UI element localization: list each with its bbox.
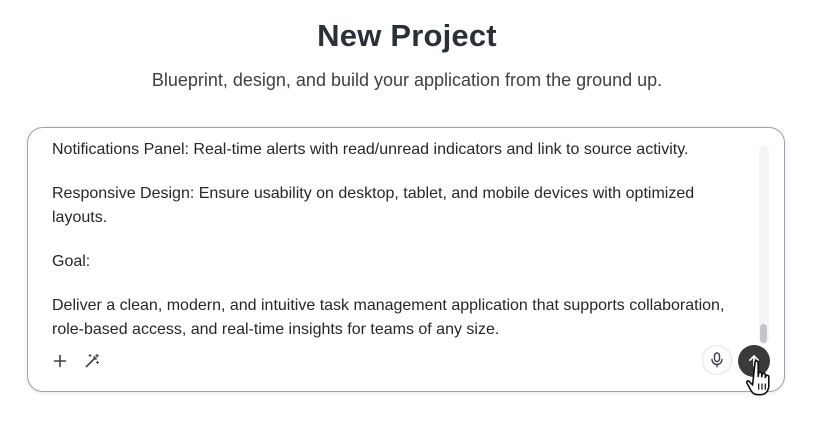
scrollbar-thumb[interactable]: [760, 324, 767, 343]
arrow-up-icon: [748, 355, 760, 367]
enhance-prompt-button[interactable]: [81, 350, 103, 372]
prompt-composer[interactable]: Notifications Panel: Real-time alerts wi…: [27, 127, 785, 392]
scrollbar-track[interactable]: [759, 146, 769, 344]
microphone-icon: [711, 352, 723, 368]
prompt-textarea[interactable]: Notifications Panel: Real-time alerts wi…: [52, 138, 752, 344]
send-button[interactable]: [738, 345, 770, 377]
plus-icon: [53, 354, 67, 368]
prompt-paragraph: Deliver a clean, modern, and intuitive t…: [52, 297, 725, 338]
magic-wand-icon: [85, 353, 100, 368]
page-subtitle: Blueprint, design, and build your applic…: [151, 70, 663, 90]
prompt-paragraph: Goal:: [52, 253, 91, 270]
prompt-paragraph: Notifications Panel: Real-time alerts wi…: [52, 141, 689, 158]
page-title: New Project: [317, 18, 497, 53]
voice-input-button[interactable]: [702, 345, 732, 375]
add-attachment-button[interactable]: [49, 350, 71, 372]
prompt-paragraph: Responsive Design: Ensure usability on d…: [52, 185, 695, 226]
